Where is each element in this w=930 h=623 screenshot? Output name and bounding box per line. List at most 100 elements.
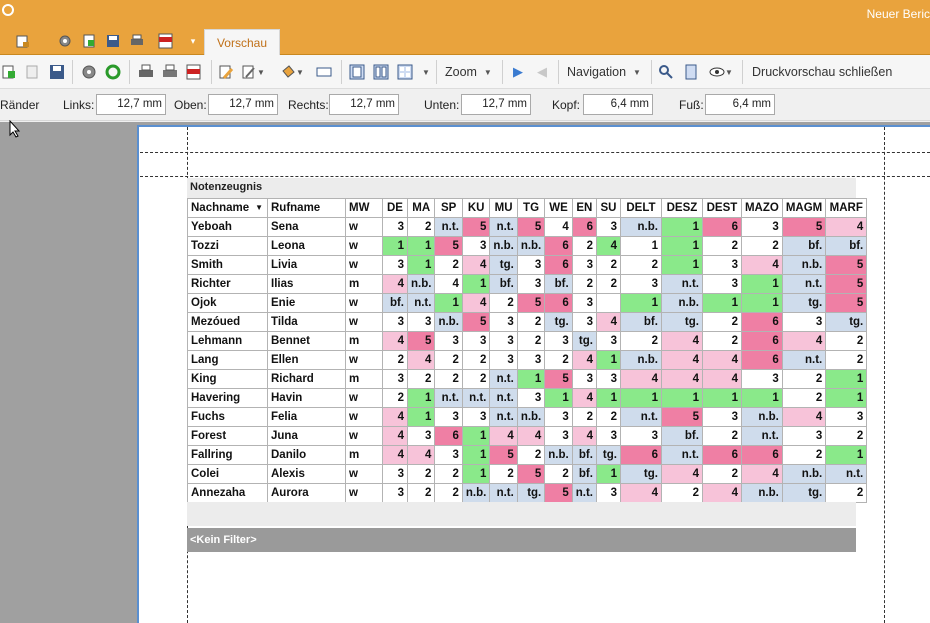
multi-page-icon[interactable] (396, 61, 414, 83)
table-row[interactable]: Fuchs Felia w 4 1 3 3 n.t. n.b. 3 2 2 n.t. 5 3 n.b. 4 3 (187, 407, 868, 427)
table-row[interactable]: Ojok Enie w bf. n.t. 1 4 2 5 6 3 1 n.b. 1 1 tg. 5 (187, 293, 868, 313)
two-page-icon[interactable] (372, 61, 390, 83)
column-header[interactable]: TG (516, 198, 546, 218)
edit-icon[interactable] (217, 61, 235, 83)
gear-icon[interactable] (56, 32, 74, 50)
column-header[interactable]: Nachname ▼ (187, 198, 268, 218)
column-header[interactable]: MW (345, 198, 383, 218)
table-cell: 5 (516, 464, 546, 484)
table-row[interactable]: Lang Ellen w 2 4 2 2 3 3 2 4 1 n.b. 4 4 6 n.t. 2 (187, 350, 868, 370)
app-icon[interactable] (2, 4, 14, 16)
table-cell: 2 (461, 369, 491, 389)
print-icon[interactable] (137, 61, 155, 83)
copy-icon[interactable] (24, 61, 42, 83)
column-header[interactable]: MAGM (781, 198, 827, 218)
bucket-icon[interactable]: ▼ (279, 61, 305, 83)
column-header[interactable]: KU (461, 198, 491, 218)
refresh-icon[interactable] (104, 61, 122, 83)
table-cell: n.t. (619, 407, 662, 427)
table-row[interactable]: Mezóued Tilda w 3 3 n.b. 5 3 2 tg. 3 4 bf. tg. 2 6 3 tg. (187, 312, 868, 332)
column-header[interactable]: Rufname (267, 198, 346, 218)
pdf-icon[interactable] (185, 61, 203, 83)
page-icon[interactable] (682, 61, 700, 83)
column-header[interactable]: DEST (701, 198, 742, 218)
column-header[interactable]: MARF (825, 198, 868, 218)
table-cell: 2 (382, 350, 408, 370)
column-header[interactable]: DELT (619, 198, 662, 218)
right-margin-field[interactable]: 12,7 mm (329, 94, 399, 115)
close-preview-button[interactable]: Druckvorschau schließen (752, 61, 892, 83)
eye-icon[interactable]: ▼ (706, 61, 736, 83)
table-row[interactable]: Smith Livia w 3 1 2 4 tg. 3 6 3 2 2 1 3 4 n.b. 5 (187, 255, 868, 275)
open-icon[interactable] (14, 32, 32, 50)
save-icon[interactable] (104, 32, 122, 50)
column-header[interactable]: DE (382, 198, 408, 218)
table-cell: bf. (571, 464, 597, 484)
column-header[interactable]: SP (434, 198, 463, 218)
table-row[interactable]: Fallring Danilo m 4 4 3 1 5 2 n.b. bf. tg. 6 n.t. 6 6 2 1 (187, 445, 868, 465)
column-header[interactable]: WE (544, 198, 573, 218)
table-row[interactable]: Yeboah Sena w 3 2 n.t. 5 n.t. 5 4 6 3 n.b. 1 6 3 5 4 (187, 217, 868, 237)
zoom-dropdown[interactable]: Zoom ▼ (445, 61, 497, 83)
table-cell: 1 (406, 407, 436, 427)
table-row[interactable]: Tozzi Leona w 1 1 5 3 n.b. n.b. 6 2 4 1 1 2 2 bf. bf. (187, 236, 868, 256)
column-header[interactable]: MU (489, 198, 518, 218)
table-cell: n.t. (660, 274, 703, 294)
table-cell: 4 (571, 426, 597, 446)
table-cell: 2 (434, 369, 463, 389)
print-setup-icon[interactable] (161, 61, 179, 83)
table-row[interactable]: Colei Alexis w 3 2 2 1 2 5 2 bf. 1 tg. 4 2 4 n.b. n.t. (187, 464, 868, 484)
footer-margin-field[interactable]: 6,4 mm (705, 94, 775, 115)
tab-vorschau[interactable]: Vorschau (204, 29, 280, 55)
table-cell: Tilda (267, 312, 346, 332)
column-header[interactable]: EN (571, 198, 597, 218)
table-cell: tg. (516, 483, 546, 503)
table-cell: n.t. (406, 293, 436, 313)
single-page-icon[interactable] (348, 61, 366, 83)
print-icon[interactable] (128, 32, 146, 50)
prev-icon[interactable]: ◀ (534, 61, 550, 83)
table-cell: Juna (267, 426, 346, 446)
column-header[interactable]: MA (406, 198, 436, 218)
table-row[interactable]: Annezaha Aurora w 3 2 2 n.b. n.t. tg. 5 n.t. 3 4 2 4 n.… (187, 483, 868, 503)
column-header[interactable]: SU (595, 198, 621, 218)
table-cell: 2 (544, 350, 573, 370)
add-icon[interactable] (0, 61, 18, 83)
chevron-down-icon[interactable]: ▾ (184, 32, 202, 50)
next-icon[interactable]: ▶ (510, 61, 526, 83)
sort-caret-icon[interactable]: ▼ (255, 203, 263, 212)
save-icon[interactable] (48, 61, 66, 83)
table-cell: 1 (406, 255, 436, 275)
table-cell: 5 (781, 217, 827, 237)
left-margin-field[interactable]: 12,7 mm (96, 94, 166, 115)
bottom-margin-field[interactable]: 12,7 mm (461, 94, 531, 115)
table-row[interactable]: King Richard m 3 2 2 2 n.t. 1 5 3 3 4 4 4 3 2 1 (187, 369, 868, 389)
navigation-dropdown[interactable]: Navigation ▼ (567, 61, 647, 83)
find-icon[interactable] (657, 61, 675, 83)
table-cell: w (345, 350, 383, 370)
table-row[interactable]: Richter Ilias m 4 n.b. 4 1 bf. 3 bf. 2 2 3 n.t. 3 1 n.t.… (187, 274, 868, 294)
paint-icon[interactable]: ▼ (240, 61, 266, 83)
table-cell: 3 (595, 426, 621, 446)
title-bar: Neuer Beric (0, 0, 930, 28)
page-layout-dropdown[interactable]: ▼ (421, 61, 431, 83)
table-cell: 1 (701, 388, 742, 408)
pdf-icon[interactable] (157, 32, 175, 50)
column-header[interactable]: DESZ (660, 198, 703, 218)
field-icon[interactable] (315, 61, 333, 83)
table-cell: 5 (516, 293, 546, 313)
table-cell: 3 (619, 426, 662, 446)
top-margin-field[interactable]: 12,7 mm (208, 94, 278, 115)
table-row[interactable]: Forest Juna w 4 3 6 1 4 4 3 4 3 3 bf. 2 n.t. 3 2 (187, 426, 868, 446)
table-row[interactable]: Lehmann Bennet m 4 5 3 3 3 2 3 tg. 3 2 4 2 6 4 2 (187, 331, 868, 351)
gear-icon[interactable] (80, 61, 98, 83)
header-margin-field[interactable]: 6,4 mm (583, 94, 653, 115)
add-icon[interactable] (80, 32, 98, 50)
table-cell: w (345, 217, 383, 237)
table-cell: 4 (701, 369, 742, 389)
column-header[interactable]: MAZO (740, 198, 783, 218)
table-cell: 6 (740, 312, 783, 332)
table-row[interactable]: Havering Havin w 2 1 n.t. n.t. n.t. 3 1 4 1 1 1 1 1 2 1 (187, 388, 868, 408)
table-cell: Aurora (267, 483, 346, 503)
table-cell: 6 (701, 217, 742, 237)
